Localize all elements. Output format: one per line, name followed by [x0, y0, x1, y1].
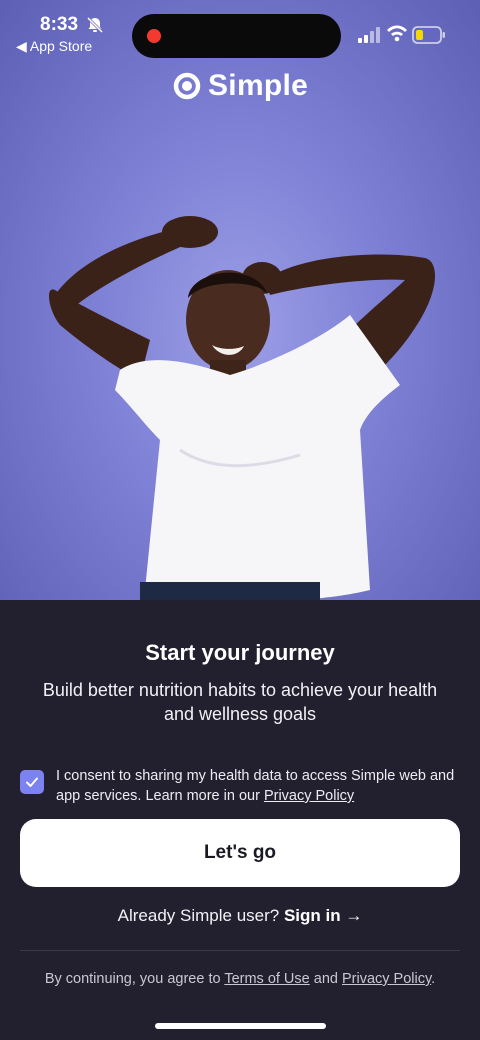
home-indicator[interactable] — [155, 1023, 326, 1029]
smiling-woman-illustration — [48, 216, 436, 600]
legal-conjunction: and — [309, 971, 342, 987]
cellular-signal-icon — [358, 27, 380, 43]
battery-low-icon — [412, 26, 445, 44]
dynamic-island — [132, 14, 341, 58]
onboarding-screen: 8:33 ◀ App Store Simple Start your journ… — [0, 0, 480, 1040]
recording-indicator — [147, 29, 161, 43]
hero-image: 8:33 ◀ App Store Simple — [0, 0, 480, 600]
consent-body: I consent to sharing my health data to a… — [56, 768, 455, 804]
terms-of-use-link[interactable]: Terms of Use — [224, 971, 309, 987]
checkmark-icon — [26, 777, 38, 787]
lets-go-button[interactable]: Let's go — [20, 819, 460, 887]
divider — [20, 950, 460, 951]
brand-name: Simple — [208, 69, 309, 102]
status-bar: 8:33 ◀ App Store — [0, 0, 480, 60]
signin-prompt: Already Simple user? — [117, 906, 284, 925]
legal-suffix: . — [431, 971, 436, 987]
consent-text: I consent to sharing my health data to a… — [56, 766, 466, 806]
consent-privacy-link[interactable]: Privacy Policy — [264, 788, 354, 804]
consent-checkbox[interactable] — [20, 770, 44, 794]
consent-row: I consent to sharing my health data to a… — [20, 766, 460, 806]
wifi-icon — [387, 25, 407, 42]
simple-logo-ring-icon — [173, 72, 201, 100]
signin-link[interactable]: Sign in → — [284, 906, 362, 925]
bell-slash-icon — [86, 16, 104, 34]
page-title: Start your journey — [145, 640, 335, 665]
page-subtitle: Build better nutrition habits to achieve… — [42, 680, 438, 724]
legal-prefix: By continuing, you agree to — [44, 971, 225, 987]
onboarding-sheet: Start your journey Build better nutritio… — [0, 600, 480, 1040]
legal-text: By continuing, you agree to Terms of Use… — [0, 971, 480, 987]
status-time: 8:33 — [40, 14, 79, 35]
brand-logo: Simple — [173, 68, 308, 104]
legal-privacy-link[interactable]: Privacy Policy — [342, 971, 431, 987]
back-to-app-store[interactable]: ◀ App Store — [16, 38, 92, 55]
signin-row: Already Simple user? Sign in → — [0, 906, 480, 926]
